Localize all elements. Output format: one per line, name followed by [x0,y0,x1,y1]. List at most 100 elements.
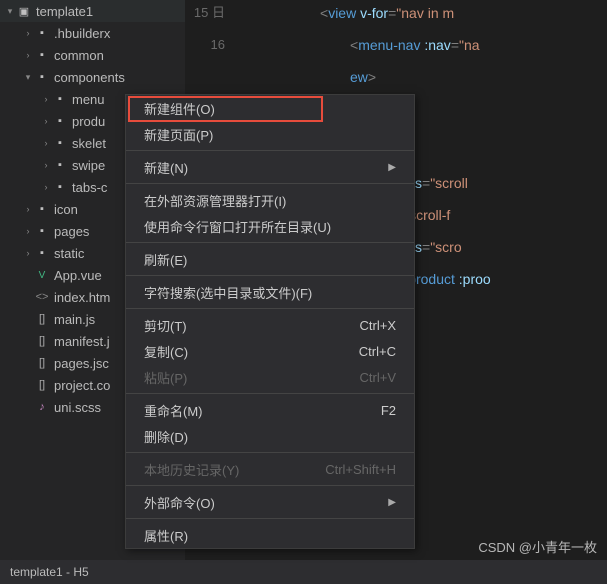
json-icon: [] [34,357,50,369]
folder-icon: ▪ [34,225,50,237]
chevron-down-icon: ▾ [4,6,16,17]
chevron-right-icon: › [22,50,34,60]
menu-item-search[interactable]: 字符搜索(选中目录或文件)(F) [126,279,414,305]
brace-icon: [] [34,313,50,325]
menu-item-paste: 粘贴(P)Ctrl+V [126,364,414,390]
menu-item-rename[interactable]: 重命名(M)F2 [126,397,414,423]
menu-label: 外部命令(O) [144,493,215,512]
tree-label: App.vue [54,268,102,283]
code-line: <menu-nav :nav="na [240,32,607,64]
menu-item-cut[interactable]: 剪切(T) Ctrl+X [126,312,414,338]
chevron-right-icon: › [40,182,52,192]
code-line: <view v-for="nav in m [240,0,607,32]
tree-label: common [54,48,104,63]
menu-item-new-component[interactable]: 新建组件(O) [126,95,414,121]
context-menu: 新建组件(O) 新建页面(P) 新建(N) ▶ 在外部资源管理器打开(I) 使用命令行窗口… [125,94,415,549]
folder-icon: ▪ [34,203,50,215]
chevron-right-icon: › [22,28,34,38]
folder-icon: ▪ [52,181,68,193]
gutter-line: 16 [185,32,225,64]
menu-shortcut: Ctrl+X [360,318,396,333]
menu-label: 字符搜索(选中目录或文件)(F) [144,283,312,302]
menu-label: 新建页面(P) [144,125,213,144]
menu-label: 属性(R) [144,526,188,545]
menu-label: 重命名(M) [144,401,203,420]
tree-root[interactable]: ▾ ▣ template1 [0,0,185,22]
menu-label: 复制(C) [144,342,188,361]
menu-item-delete[interactable]: 删除(D) [126,423,414,449]
gutter-line: 15 日 [185,0,225,32]
menu-item-open-ext[interactable]: 在外部资源管理器打开(I) [126,187,414,213]
tree-label: pages.jsc [54,356,109,371]
chevron-right-icon: › [40,116,52,126]
tree-label: icon [54,202,78,217]
tree-label: skelet [72,136,106,151]
menu-label: 新建(N) [144,158,188,177]
menu-separator [126,150,414,151]
menu-label: 使用命令行窗口打开所在目录(U) [144,217,331,236]
menu-separator [126,242,414,243]
menu-separator [126,518,414,519]
json-icon: [] [34,379,50,391]
scss-icon: ♪ [34,401,50,413]
menu-label: 本地历史记录(Y) [144,460,239,479]
line-gutter: 15 日 16 [185,0,235,70]
menu-shortcut: Ctrl+Shift+H [325,462,396,477]
menu-shortcut: Ctrl+C [359,344,396,359]
chevron-right-icon: ▶ [388,162,396,173]
menu-separator [126,393,414,394]
tree-label: tabs-c [72,180,107,195]
folder-icon: ▪ [52,93,68,105]
menu-separator [126,485,414,486]
menu-item-new[interactable]: 新建(N) ▶ [126,154,414,180]
menu-item-props[interactable]: 属性(R) [126,522,414,548]
menu-separator [126,308,414,309]
menu-label: 在外部资源管理器打开(I) [144,191,286,210]
vue-icon: V [34,270,50,281]
menu-item-copy[interactable]: 复制(C) Ctrl+C [126,338,414,364]
tree-label: menu [72,92,105,107]
chevron-right-icon: › [40,138,52,148]
menu-item-history: 本地历史记录(Y) Ctrl+Shift+H [126,456,414,482]
tree-label: project.co [54,378,110,393]
menu-label: 刷新(E) [144,250,187,269]
menu-item-new-page[interactable]: 新建页面(P) [126,121,414,147]
app-icon: ▣ [16,5,32,18]
chevron-right-icon: › [22,248,34,258]
tree-item-common[interactable]: ›▪ common [0,44,185,66]
tree-label: main.js [54,312,95,327]
tree-label: template1 [36,4,93,19]
tree-label: manifest.j [54,334,110,349]
status-bar: template1 - H5 [0,560,607,584]
folder-icon: ▪ [34,49,50,61]
folder-icon: ▪ [52,159,68,171]
menu-label: 新建组件(O) [144,99,215,118]
chevron-right-icon: › [22,226,34,236]
tree-label: pages [54,224,89,239]
code-icon: <> [34,291,50,303]
tree-item-components[interactable]: ▾▪ components [0,66,185,88]
menu-item-refresh[interactable]: 刷新(E) [126,246,414,272]
chevron-right-icon: ▶ [388,497,396,508]
tree-label: static [54,246,84,261]
menu-label: 删除(D) [144,427,188,446]
tree-label: components [54,70,125,85]
chevron-right-icon: › [22,204,34,214]
chevron-right-icon: › [40,94,52,104]
menu-separator [126,275,414,276]
folder-icon: ▪ [34,27,50,39]
menu-item-ext-cmd[interactable]: 外部命令(O) ▶ [126,489,414,515]
folder-icon: ▪ [52,137,68,149]
chevron-down-icon: ▾ [22,72,34,83]
json-icon: [] [34,335,50,347]
menu-item-open-cmd[interactable]: 使用命令行窗口打开所在目录(U) [126,213,414,239]
menu-label: 剪切(T) [144,316,187,335]
folder-icon: ▪ [34,71,50,83]
menu-label: 粘贴(P) [144,368,187,387]
tree-label: .hbuilderx [54,26,110,41]
tree-item-.hbuilderx[interactable]: ›▪ .hbuilderx [0,22,185,44]
tree-label: uni.scss [54,400,101,415]
menu-separator [126,183,414,184]
status-text: template1 - H5 [10,565,89,579]
tree-label: swipe [72,158,105,173]
